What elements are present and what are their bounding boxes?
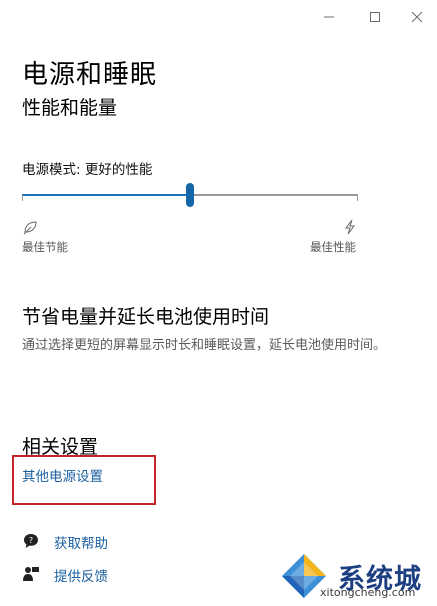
maximize-button[interactable]	[352, 0, 398, 34]
slider-min-label: 最佳节能	[22, 240, 68, 254]
watermark-url: xitongcheng.com	[320, 586, 416, 599]
chat-help-icon: ?	[24, 534, 38, 548]
section-title-performance: 性能和能量	[22, 97, 118, 119]
leaf-icon	[23, 221, 37, 235]
give-feedback-link[interactable]: 提供反馈	[54, 565, 108, 585]
power-mode-slider[interactable]	[22, 183, 358, 207]
slider-tick-right	[357, 195, 358, 201]
slider-thumb[interactable]	[186, 183, 194, 207]
svg-text:?: ?	[29, 536, 33, 545]
page-title: 电源和睡眠	[22, 60, 158, 90]
close-button[interactable]	[394, 0, 437, 34]
close-icon	[411, 11, 423, 23]
maximize-icon	[370, 12, 380, 22]
battery-section-description: 通过选择更短的屏幕显示时长和睡眠设置，延长电池使用时间。	[22, 338, 387, 353]
minimize-icon	[324, 16, 334, 18]
battery-section-heading: 节省电量并延长电池使用时间	[22, 306, 270, 328]
lightning-icon	[345, 219, 355, 235]
minimize-button[interactable]	[306, 0, 352, 34]
slider-max-label: 最佳性能	[310, 240, 356, 254]
other-power-settings-link[interactable]: 其他电源设置	[22, 465, 103, 485]
feedback-person-icon	[23, 567, 39, 581]
slider-tick-left	[22, 195, 23, 201]
power-mode-label: 电源模式: 更好的性能	[22, 162, 153, 178]
get-help-link[interactable]: 获取帮助	[54, 532, 108, 552]
slider-fill	[22, 194, 190, 196]
